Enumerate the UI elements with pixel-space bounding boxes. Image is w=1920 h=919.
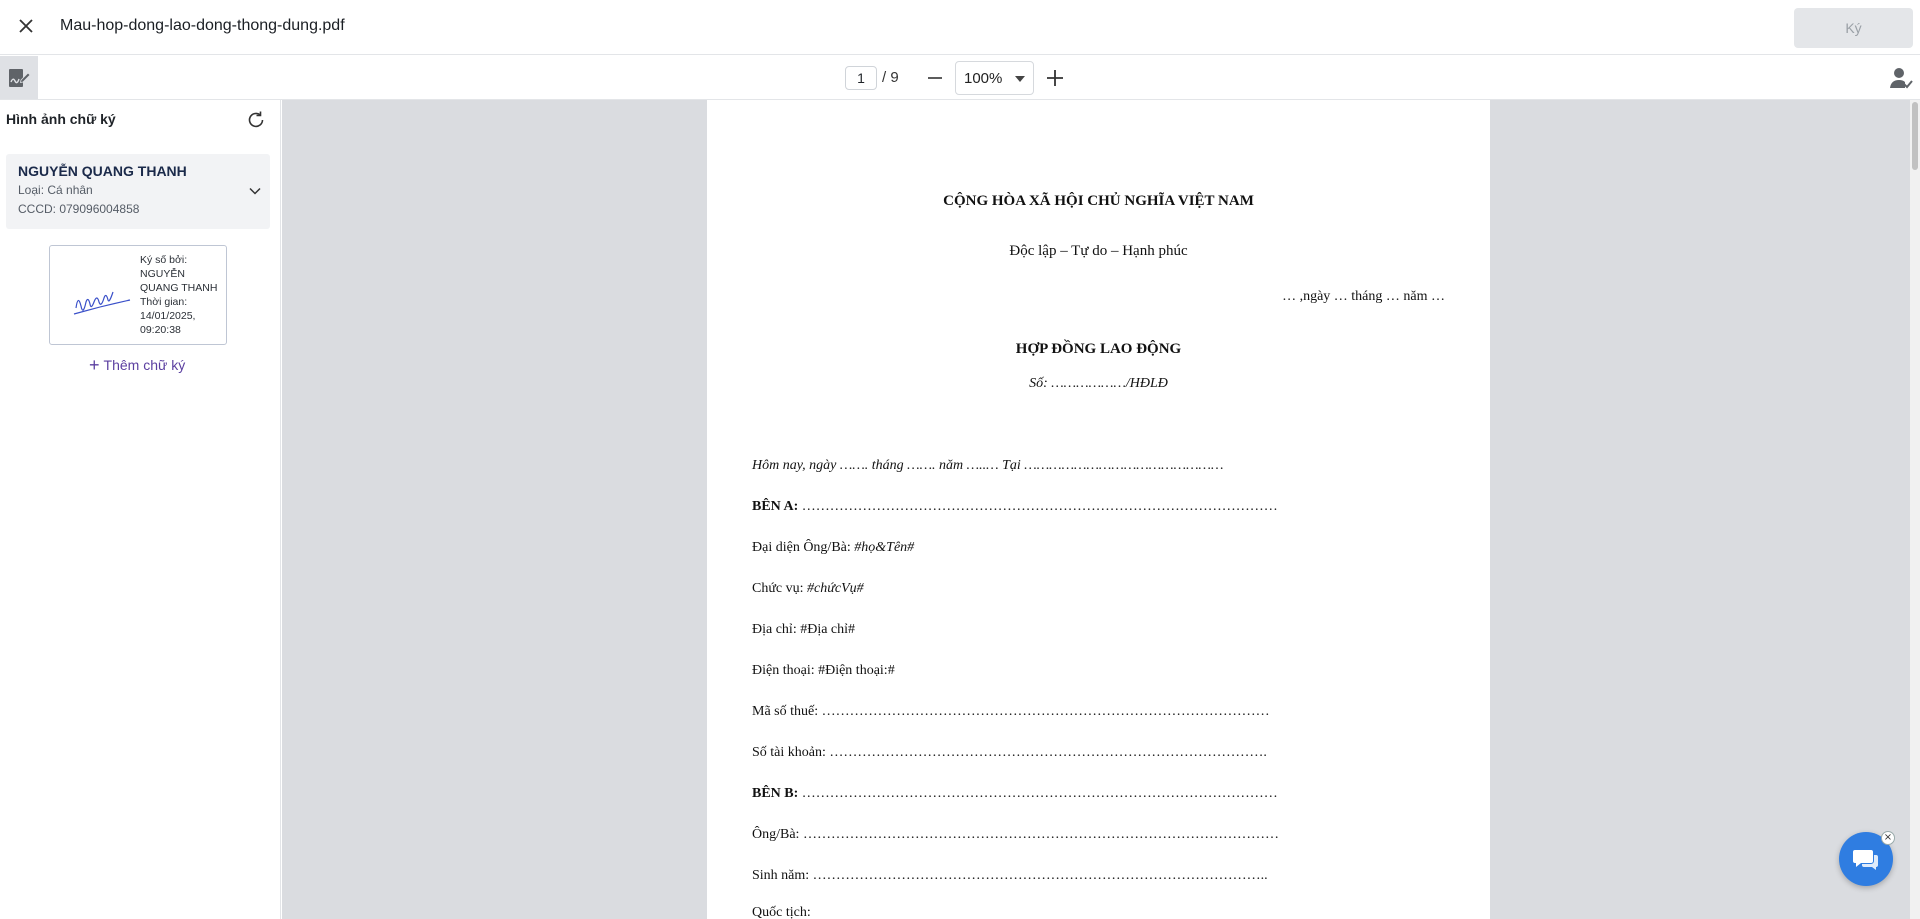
doc-party-b-line: BÊN B: …………………………………………………………………………………………	[752, 786, 1278, 802]
signer-id-number: CCCD: 079096004858	[18, 202, 140, 216]
sign-button[interactable]: Ký	[1794, 8, 1913, 48]
zoom-select[interactable]: 100%	[955, 61, 1034, 95]
representative-value: #họ&Tên#	[854, 540, 915, 555]
doc-today-line: Hôm nay, ngày ……. tháng ……. năm …..… Tại…	[752, 458, 1224, 473]
chevron-down-icon	[1015, 76, 1025, 82]
close-icon[interactable]	[12, 12, 40, 40]
zoom-out-button[interactable]	[924, 66, 946, 90]
doc-name-line: Ông/Bà: ………………………………………………………………………………………	[752, 827, 1279, 842]
vertical-scrollbar[interactable]	[1910, 100, 1920, 919]
plus-icon: +	[89, 355, 100, 375]
minus-icon	[928, 77, 942, 79]
party-b-dots: …………………………………………………………………………………………	[798, 786, 1278, 801]
doc-account-line: Số tài khoản: ………………………………………………………………………	[752, 745, 1267, 760]
chat-bubble-icon	[1853, 850, 1878, 870]
doc-party-a-line: BÊN A: …………………………………………………………………………………………	[752, 499, 1278, 515]
signature-image-card[interactable]: Ký số bởi: NGUYỄN QUANG THANH Thời gian:…	[49, 245, 227, 345]
stamp-line: NGUYỄN	[140, 268, 185, 280]
doc-date-line: … ,ngày … tháng … năm …	[1282, 289, 1445, 304]
position-value: #chứcVụ#	[807, 581, 864, 596]
viewer-toolbar: 1 / 9 100%	[0, 56, 1920, 100]
doc-contract-title: HỢP ĐỒNG LAO ĐỘNG	[1015, 341, 1182, 357]
doc-heading-republic: CỘNG HÒA XÃ HỘI CHỦ NGHĨA VIỆT NAM	[943, 193, 1254, 209]
doc-contract-number: Số: ………………/HĐLĐ	[1029, 376, 1168, 391]
signature-panel-toggle[interactable]	[0, 56, 38, 99]
doc-nationality-line: Quốc tịch:	[752, 905, 811, 919]
chat-close-icon[interactable]: ×	[1881, 831, 1895, 845]
handwritten-signature-icon	[73, 291, 131, 315]
add-signature-link[interactable]: + Thêm chữ ký	[89, 355, 186, 375]
signature-stamp-text: Ký số bởi: NGUYỄN QUANG THANH Thời gian:…	[140, 253, 226, 337]
zoom-in-button[interactable]	[1043, 66, 1067, 90]
user-check-icon	[1890, 68, 1913, 89]
signer-list-button[interactable]	[1888, 65, 1914, 91]
signature-panel-icon	[9, 68, 31, 87]
signer-card[interactable]: NGUYỄN QUANG THANH Loại: Cá nhân CCCD: 0…	[6, 154, 270, 229]
stamp-line: 09:20:38	[140, 324, 181, 336]
stamp-line: 14/01/2025,	[140, 310, 196, 322]
stamp-line: QUANG THANH	[140, 282, 218, 294]
sidebar-title: Hình ảnh chữ ký	[6, 111, 116, 127]
file-name-title: Mau-hop-dong-lao-dong-thong-dung.pdf	[60, 17, 345, 34]
doc-phone-line: Điện thoại: #Điện thoại:#	[752, 663, 895, 678]
signer-type: Loại: Cá nhân	[18, 183, 93, 197]
doc-birth-line: Sinh năm: …………………………………………………………………………………	[752, 868, 1268, 883]
party-a-dots: …………………………………………………………………………………………	[798, 499, 1278, 514]
document-viewport[interactable]: CỘNG HÒA XÃ HỘI CHỦ NGHĨA VIỆT NAM Độc l…	[282, 100, 1920, 919]
position-label: Chức vụ:	[752, 581, 808, 596]
page-number-input[interactable]: 1	[845, 66, 877, 90]
refresh-button[interactable]	[244, 108, 268, 132]
doc-address-line: Địa chỉ: #Địa chỉ#	[752, 622, 856, 637]
stamp-line: Thời gian:	[140, 296, 188, 308]
signature-sidebar: Hình ảnh chữ ký NGUYỄN QUANG THANH Loại:…	[0, 100, 281, 919]
party-b-label: BÊN B:	[752, 786, 799, 801]
page-total: / 9	[882, 69, 899, 86]
scrollbar-thumb[interactable]	[1912, 102, 1918, 170]
doc-tax-line: Mã số thuế: ……………………………………………………………………………	[752, 704, 1270, 719]
signer-name: NGUYỄN QUANG THANH	[18, 163, 187, 179]
refresh-icon	[248, 111, 264, 128]
zoom-value: 100%	[964, 70, 1003, 87]
party-a-label: BÊN A:	[752, 499, 799, 514]
add-signature-label: Thêm chữ ký	[103, 357, 186, 373]
chevron-down-icon[interactable]	[248, 184, 262, 198]
doc-heading-motto: Độc lập – Tự do – Hạnh phúc	[1009, 243, 1188, 259]
app-header: Mau-hop-dong-lao-dong-thong-dung.pdf Ký	[0, 0, 1920, 55]
stamp-line: Ký số bởi:	[140, 254, 188, 266]
plus-icon	[1047, 70, 1063, 86]
doc-position-line: Chức vụ: #chứcVụ#	[752, 581, 864, 597]
doc-representative-line: Đại diện Ông/Bà: #họ&Tên#	[752, 540, 914, 556]
representative-label: Đại diện Ông/Bà:	[752, 540, 855, 555]
pdf-page: CỘNG HÒA XÃ HỘI CHỦ NGHĨA VIỆT NAM Độc l…	[707, 100, 1490, 919]
